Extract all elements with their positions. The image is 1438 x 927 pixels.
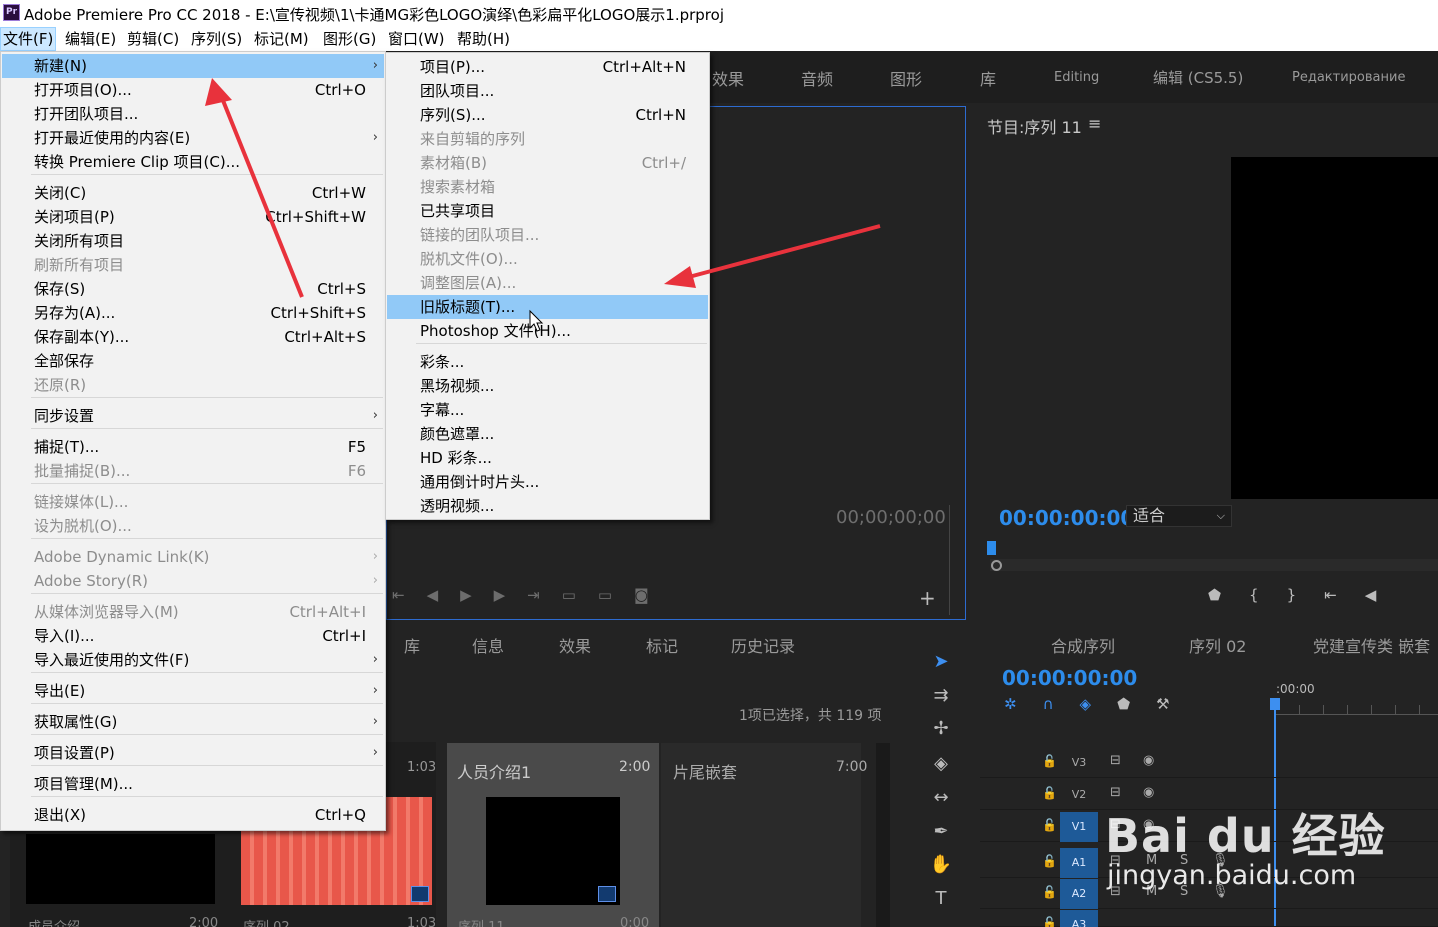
annotation-arrows [205,78,881,332]
annotation-arrow [664,224,881,288]
mouse-cursor-icon [529,309,544,332]
annotation-arrow [205,78,304,298]
